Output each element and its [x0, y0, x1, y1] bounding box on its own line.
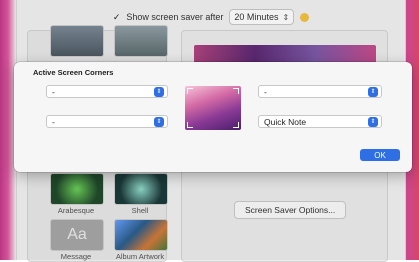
- dialog-title: Active Screen Corners: [33, 68, 114, 77]
- corner-top-left-marker: [187, 88, 193, 94]
- chevron-updown-icon: ⇕: [368, 116, 378, 127]
- top-right-corner-value: -: [264, 86, 267, 97]
- bottom-right-corner-select[interactable]: Quick Note ⇕: [258, 115, 382, 128]
- corner-bottom-left-marker: [187, 122, 193, 128]
- screen-corners-preview: [185, 86, 241, 130]
- corner-top-right-marker: [233, 88, 239, 94]
- top-left-corner-value: -: [52, 86, 55, 97]
- corner-bottom-right-marker: [233, 122, 239, 128]
- chevron-updown-icon: ⇕: [368, 86, 378, 97]
- bottom-left-corner-select[interactable]: - ⇕: [46, 115, 168, 128]
- bottom-left-corner-value: -: [52, 116, 55, 127]
- chevron-updown-icon: ⇕: [154, 116, 164, 127]
- top-right-corner-select[interactable]: - ⇕: [258, 85, 382, 98]
- chevron-updown-icon: ⇕: [154, 86, 164, 97]
- ok-button[interactable]: OK: [360, 149, 400, 161]
- bottom-right-corner-value: Quick Note: [264, 116, 307, 127]
- top-left-corner-select[interactable]: - ⇕: [46, 85, 168, 98]
